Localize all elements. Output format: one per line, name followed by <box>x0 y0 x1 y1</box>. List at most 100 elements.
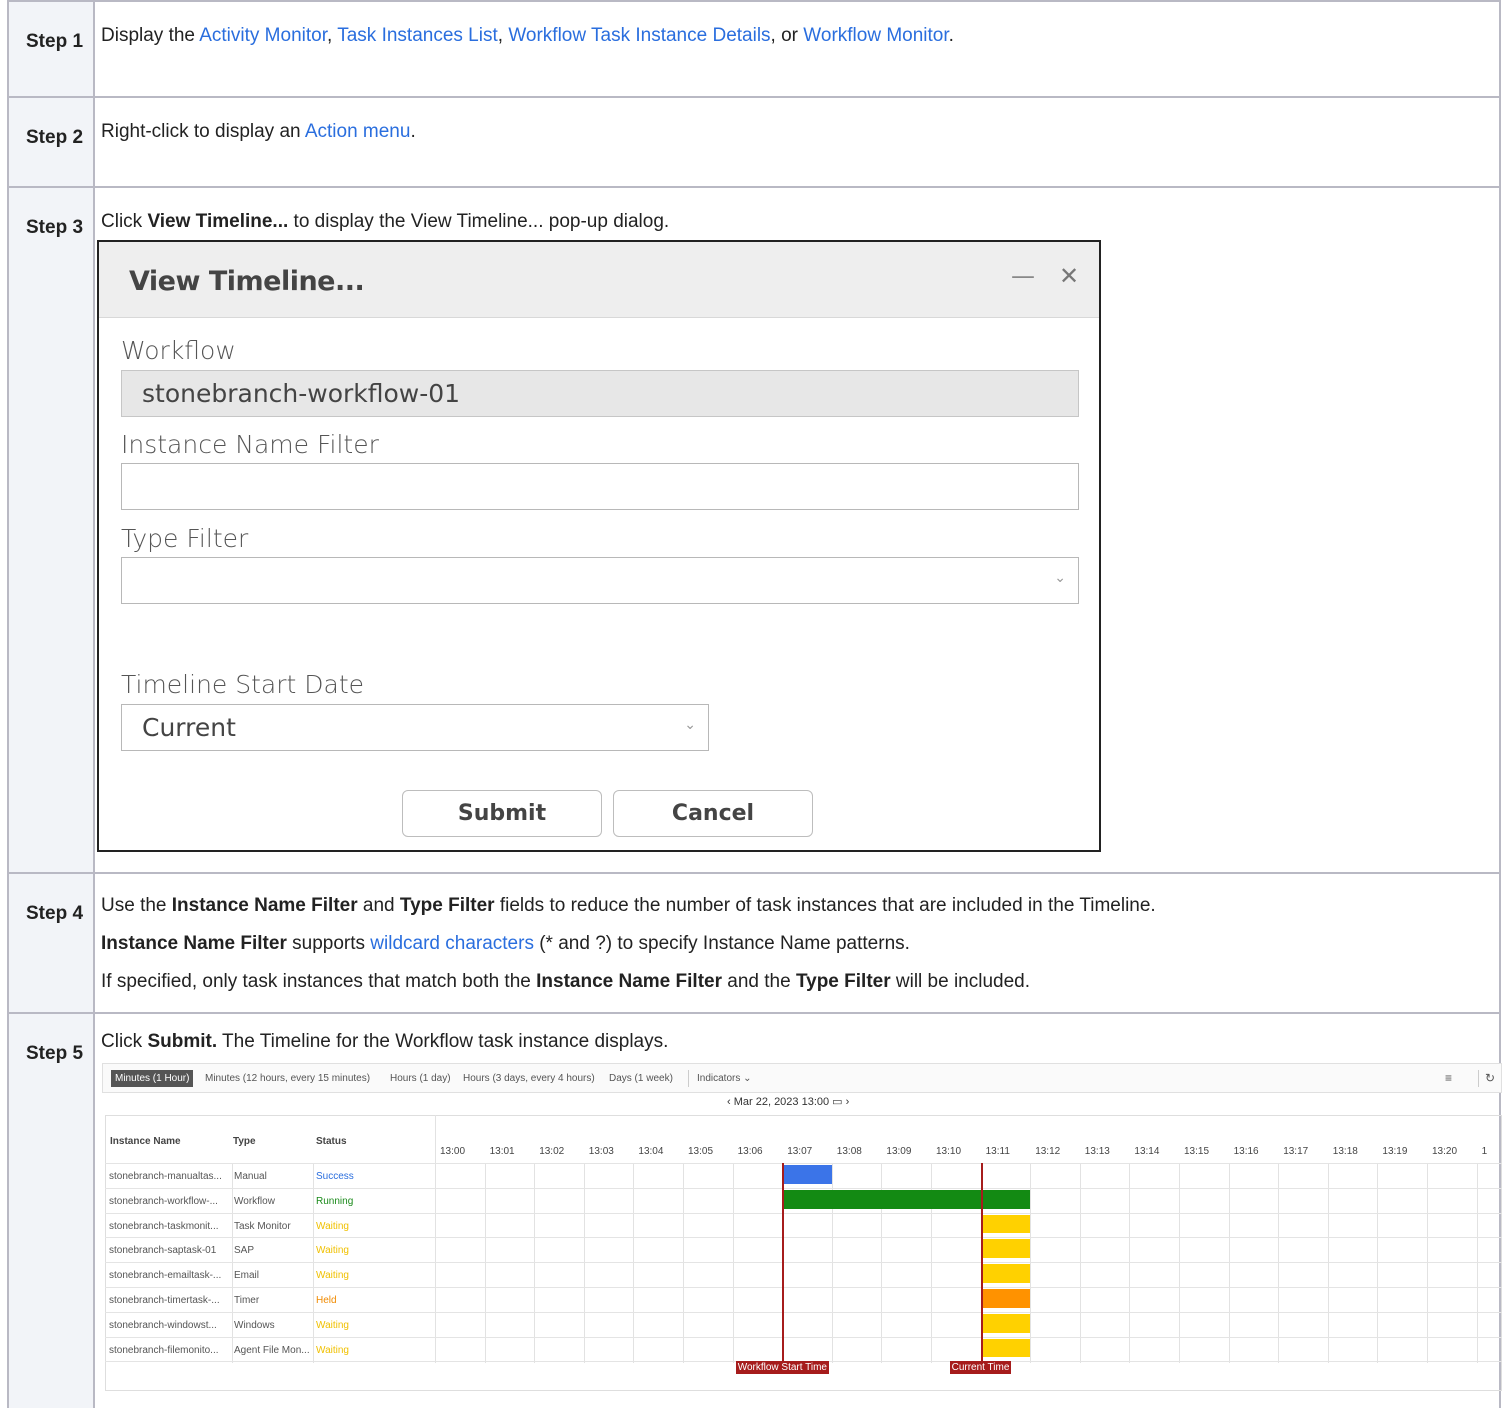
filter-icon[interactable]: ≡ <box>1445 1070 1452 1087</box>
gantt-bar[interactable] <box>782 1189 1031 1209</box>
view-timeline-dialog: View Timeline... — ✕ Workflow stonebranc… <box>97 240 1101 852</box>
grid-hline <box>105 1187 1502 1189</box>
time-label: 13:07 <box>787 1146 813 1157</box>
instance-name-filter-input[interactable] <box>121 463 1079 510</box>
grid-hline <box>105 1262 1502 1264</box>
indicators-dropdown[interactable]: Indicators ⌄ <box>688 1070 752 1087</box>
gantt-bar[interactable] <box>980 1214 1031 1234</box>
gantt-bar[interactable] <box>980 1264 1031 1283</box>
gantt-bar[interactable] <box>980 1239 1031 1259</box>
step-content-2: Right-click to display an Action menu. <box>95 98 1499 144</box>
step5-text: Click <box>101 1031 148 1052</box>
action-menu-link[interactable]: Action menu <box>305 121 411 142</box>
type-cell: Task Monitor <box>234 1220 291 1232</box>
gantt-bar[interactable] <box>782 1165 832 1184</box>
step-row-4: Step 4 Use the Instance Name Filter and … <box>9 872 1499 1012</box>
type-cell: Email <box>234 1270 260 1282</box>
status-cell: Waiting <box>316 1319 349 1331</box>
chevron-down-icon: ⌄ <box>684 717 696 733</box>
wildcard-characters-link[interactable]: wildcard characters <box>370 933 534 954</box>
minimize-icon[interactable]: — <box>1011 262 1035 290</box>
time-label: 13:05 <box>688 1146 714 1157</box>
tab-days-1-week[interactable]: Days (1 week) <box>609 1070 673 1087</box>
type-cell: Workflow <box>234 1195 275 1207</box>
workflow-field: stonebranch-workflow-01 <box>121 370 1079 417</box>
status-cell: Waiting <box>316 1344 349 1356</box>
time-marker-line <box>980 1163 983 1365</box>
time-label: 13:09 <box>886 1146 912 1157</box>
grid-vline <box>435 1115 436 1363</box>
grid-hline <box>105 1311 1502 1313</box>
tab-minutes-1-hour[interactable]: Minutes (1 Hour) <box>111 1070 194 1087</box>
t: (* and ?) to specify Instance Name patte… <box>533 933 910 954</box>
gantt-bar[interactable] <box>980 1313 1031 1333</box>
t: Instance Name Filter <box>101 933 287 954</box>
workflow-task-instance-details-link[interactable]: Workflow Task Instance Details <box>508 25 770 46</box>
submit-button[interactable]: Submit <box>402 790 602 837</box>
time-label: 13:14 <box>1134 1146 1160 1157</box>
tab-minutes-12-hours[interactable]: Minutes (12 hours, every 15 minutes) <box>205 1070 370 1087</box>
t: will be included. <box>890 971 1031 992</box>
status-cell: Success <box>316 1171 354 1182</box>
type-cell: Agent File Mon... <box>234 1344 310 1356</box>
t: Type Filter <box>399 895 495 916</box>
gantt-bar[interactable] <box>980 1338 1031 1358</box>
current-time-marker: Current Time <box>949 1361 1012 1374</box>
step-content-4: Use the Instance Name Filter and Type Fi… <box>95 874 1499 1008</box>
time-label: 13:08 <box>836 1146 862 1157</box>
timeline-date-navigator[interactable]: ‹ Mar 22, 2023 13:00 ▭ › <box>727 1095 849 1108</box>
column-header-instance-name[interactable]: Instance Name <box>110 1136 181 1147</box>
step-label-1: Step 1 <box>9 2 95 96</box>
step-label-5: Step 5 <box>9 1014 95 1408</box>
timeline-start-date-label: Timeline Start Date <box>121 670 365 699</box>
activity-monitor-link[interactable]: Activity Monitor <box>199 25 327 46</box>
cancel-button[interactable]: Cancel <box>613 790 813 837</box>
time-label: 13:06 <box>737 1146 763 1157</box>
t: and the <box>721 971 796 992</box>
step-content-3: Click View Timeline... to display the Vi… <box>95 188 1499 234</box>
workflow-start-time-marker: Workflow Start Time <box>735 1361 829 1374</box>
t: Instance Name Filter <box>171 895 358 916</box>
time-label: 13:20 <box>1432 1146 1458 1157</box>
column-header-type[interactable]: Type <box>233 1136 256 1147</box>
task-instances-list-link[interactable]: Task Instances List <box>337 25 498 46</box>
status-cell: Waiting <box>316 1220 349 1232</box>
step-row-2: Step 2 Right-click to display an Action … <box>9 96 1499 186</box>
t: supports <box>286 933 371 954</box>
tab-hours-1-day[interactable]: Hours (1 day) <box>390 1070 451 1087</box>
t: Instance Name Filter <box>536 971 722 992</box>
time-label: 13:17 <box>1283 1146 1309 1157</box>
time-label: 13:10 <box>936 1146 962 1157</box>
time-label: 13:03 <box>588 1146 614 1157</box>
step4-line-2: Instance Name Filter supports wildcard c… <box>101 932 1499 956</box>
gantt-bar[interactable] <box>980 1289 1031 1308</box>
time-label: 13:00 <box>440 1146 466 1157</box>
grid-hline <box>105 1336 1502 1338</box>
workflow-monitor-link[interactable]: Workflow Monitor <box>803 25 948 46</box>
time-label: 13:15 <box>1184 1146 1210 1157</box>
time-label: 13:12 <box>1035 1146 1061 1157</box>
refresh-icon[interactable]: ↻ <box>1478 1070 1495 1087</box>
type-filter-select[interactable]: ⌄ <box>121 557 1079 604</box>
step-label-4: Step 4 <box>9 874 95 1012</box>
instance-name-cell: stonebranch-windowst... <box>109 1319 217 1331</box>
timeline-start-date-select[interactable]: Current ⌄ <box>121 704 709 751</box>
instance-name-cell: stonebranch-filemonito... <box>109 1344 219 1356</box>
step-label-3: Step 3 <box>9 188 95 872</box>
close-icon[interactable]: ✕ <box>1059 262 1079 290</box>
t: Use the <box>101 895 172 916</box>
tab-hours-3-days[interactable]: Hours (3 days, every 4 hours) <box>463 1070 595 1087</box>
step3-suffix: to display the View Timeline... pop-up d… <box>288 211 670 232</box>
status-cell: Held <box>316 1295 337 1306</box>
step-row-1: Step 1 Display the Activity Monitor, Tas… <box>9 0 1499 96</box>
time-label: 1 <box>1481 1146 1488 1157</box>
step1-text: Display the <box>101 25 200 46</box>
step-content-5: Click Submit. The Timeline for the Workf… <box>95 1014 1499 1054</box>
step4-line-1: Use the Instance Name Filter and Type Fi… <box>101 894 1499 918</box>
column-header-status[interactable]: Status <box>316 1136 347 1147</box>
step1-sep: , <box>327 25 338 46</box>
step3-text: Click <box>101 211 148 232</box>
instance-name-cell: stonebranch-workflow-... <box>109 1195 218 1207</box>
timeline-toolbar: Minutes (1 Hour) Minutes (12 hours, ever… <box>102 1063 1502 1093</box>
type-cell: Windows <box>234 1319 275 1331</box>
